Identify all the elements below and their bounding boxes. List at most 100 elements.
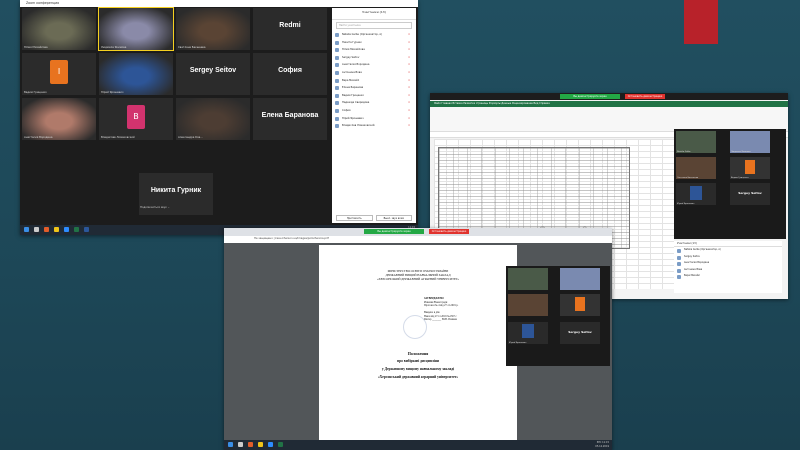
audio-prompt[interactable]: Подключиться звук ⌄: [140, 206, 170, 209]
participant-row[interactable]: Вадим Гриценко ✕: [332, 92, 416, 100]
excel-icon[interactable]: [278, 442, 283, 447]
participant-row-name: Анастасия Вородина: [684, 261, 710, 265]
participant-video: [176, 8, 250, 50]
share-toolbar: Вы демонстрируете экран Остановить демон…: [430, 93, 788, 100]
participant-row[interactable]: Юрий Ярошевич ✕: [332, 115, 416, 123]
browser-tabs: Вы демонстрируете экран Остановить демон…: [224, 228, 612, 236]
approval-line: Протокол № 4 від 27.11.2019 р.: [424, 304, 459, 308]
participant-row[interactable]: Natalia Gulbe (Организатор, я) ✕: [332, 31, 416, 39]
avatar: [677, 255, 681, 260]
muted-mic-icon[interactable]: ✕: [408, 71, 413, 74]
participant-name-label: Светлана Бакшеева: [178, 46, 206, 49]
participant-row-name: София: [342, 108, 351, 112]
browser-icon[interactable]: [44, 227, 49, 232]
windows-start-icon[interactable]: [228, 442, 233, 447]
muted-mic-icon[interactable]: ✕: [408, 86, 413, 89]
participant-video: [22, 98, 96, 140]
zoom-app-icon[interactable]: [268, 442, 273, 447]
muted-mic-icon[interactable]: ✕: [408, 41, 413, 44]
excel-icon[interactable]: [74, 227, 79, 232]
invite-button[interactable]: Пригласить: [336, 215, 373, 221]
muted-mic-icon[interactable]: ✕: [408, 56, 413, 59]
video-tile: B Владислав Ломаковский: [99, 98, 173, 140]
zoom-window-title: Zoom конференция: [20, 0, 418, 7]
participant-list: Natalia Gulbe (Организатор, я) ✕ Никита Гу…: [332, 31, 416, 130]
letter-avatar: I: [50, 60, 68, 84]
floating-participant-list: Участники (13) Natalia Gulbe (Организато…: [674, 241, 782, 293]
participant-row-name: Владислав Ломаковский: [342, 124, 375, 128]
word-icon[interactable]: [84, 227, 89, 232]
video-tile: I Вадим Гриценко: [22, 53, 96, 95]
taskbar-clock: РУС 11:15 05.12.2019: [595, 441, 609, 448]
participant-row-name: Natalia Gulbe (Организатор, я): [342, 33, 382, 36]
video-tile: Светлана Бакшеева: [676, 157, 716, 179]
search-icon[interactable]: [34, 227, 39, 232]
video-tile: Людмила Якимова: [98, 7, 174, 51]
participant-row[interactable]: Sergey Seitov ✕: [332, 54, 416, 62]
participant-row[interactable]: София ✕: [332, 107, 416, 115]
participant-row[interactable]: Анастасия Вородина ✕: [332, 61, 416, 69]
stop-share-button[interactable]: Остановить демонстрацию: [625, 94, 665, 99]
muted-mic-icon[interactable]: ✕: [408, 79, 413, 82]
participant-row-name: Юлия Михайлова: [342, 48, 365, 52]
avatar: [335, 40, 339, 45]
participant-row[interactable]: Вера Михайл ✕: [332, 77, 416, 85]
video-tile: [560, 294, 600, 316]
muted-mic-icon[interactable]: ✕: [408, 101, 413, 104]
video-gallery: Юлия Михайлова Людмила Якимова Светлана Ба…: [22, 7, 330, 215]
avatar: [335, 63, 339, 68]
zoom-app-icon[interactable]: [64, 227, 69, 232]
participant-row[interactable]: Антонина Вова: [674, 267, 782, 274]
muted-mic-icon[interactable]: ✕: [408, 117, 413, 120]
participant-search-input[interactable]: Найти участника: [336, 22, 412, 29]
participant-name-label: Людмила Якимова: [101, 46, 127, 49]
video-tile: Юрий Ярошевич: [676, 183, 716, 205]
participant-row[interactable]: Надежда Свиридова ✕: [332, 99, 416, 107]
participant-row[interactable]: Никита Гурник ✕: [332, 39, 416, 47]
participant-row-name: Антонина Вова: [342, 70, 362, 74]
search-icon[interactable]: [238, 442, 243, 447]
participant-row[interactable]: Антонина Вова ✕: [332, 69, 416, 77]
avatar: [335, 101, 339, 106]
muted-mic-icon[interactable]: ✕: [408, 94, 413, 97]
participant-row-name: Елена Баранова: [342, 86, 364, 90]
video-tile: София: [253, 53, 327, 95]
muted-mic-icon[interactable]: ✕: [408, 48, 413, 51]
windows-taskbar: РУС 11:15 05.12.2019: [224, 440, 612, 450]
participant-row-name: Анастасия Вородина: [342, 63, 370, 67]
video-tile: Natalia Gulbe: [676, 131, 716, 153]
participant-row[interactable]: Юлия Михайлова ✕: [332, 46, 416, 54]
video-tile: Людмила Якимова: [730, 131, 770, 153]
participant-row[interactable]: Елена Баранова ✕: [332, 84, 416, 92]
participant-row[interactable]: Natalia Gulbe (Организатор, я): [674, 247, 782, 254]
muted-mic-icon[interactable]: ✕: [408, 63, 413, 66]
participant-name-label: Юлия Михайлова: [24, 46, 48, 49]
participant-display-name: Redmi: [279, 22, 301, 29]
folder-icon[interactable]: [258, 442, 263, 447]
participant-row[interactable]: Анастасия Вородина: [674, 260, 782, 267]
avatar: [335, 33, 339, 37]
floating-video-gallery: Юрий Ярошевич Sergey Seitov: [506, 266, 610, 366]
muted-mic-icon[interactable]: ✕: [408, 109, 413, 112]
slide-accent-tab: [684, 0, 718, 44]
avatar: [335, 124, 339, 129]
browser-icon[interactable]: [248, 442, 253, 447]
video-tile: Светлана Бакшеева: [176, 8, 250, 50]
video-tile: [508, 268, 548, 290]
windows-start-icon[interactable]: [24, 227, 29, 232]
folder-icon[interactable]: [54, 227, 59, 232]
mute-all-button[interactable]: Выкл. звук всем: [375, 215, 412, 221]
participant-row[interactable]: Владислав Ломаковский ✕: [332, 122, 416, 130]
participant-row[interactable]: Вера Михайл: [674, 273, 782, 280]
muted-mic-icon[interactable]: ✕: [408, 124, 413, 127]
participant-row-name: Юрий Ярошевич: [342, 116, 364, 120]
stop-share-button[interactable]: Остановить демонстрацию: [429, 229, 469, 234]
muted-mic-icon[interactable]: ✕: [408, 33, 413, 36]
participant-row-name: Антонина Вова: [684, 267, 703, 271]
participant-row[interactable]: Sergey Seitov: [674, 254, 782, 261]
video-tile: Redmi: [253, 8, 327, 50]
stamp-seal: [403, 315, 427, 339]
participant-display-name: Sergey Seitov: [189, 67, 237, 74]
pdf-browser-screenshot: Вы демонстрируете экран Остановить демон…: [224, 228, 612, 450]
video-tile: Sergey Seitov: [730, 183, 770, 205]
